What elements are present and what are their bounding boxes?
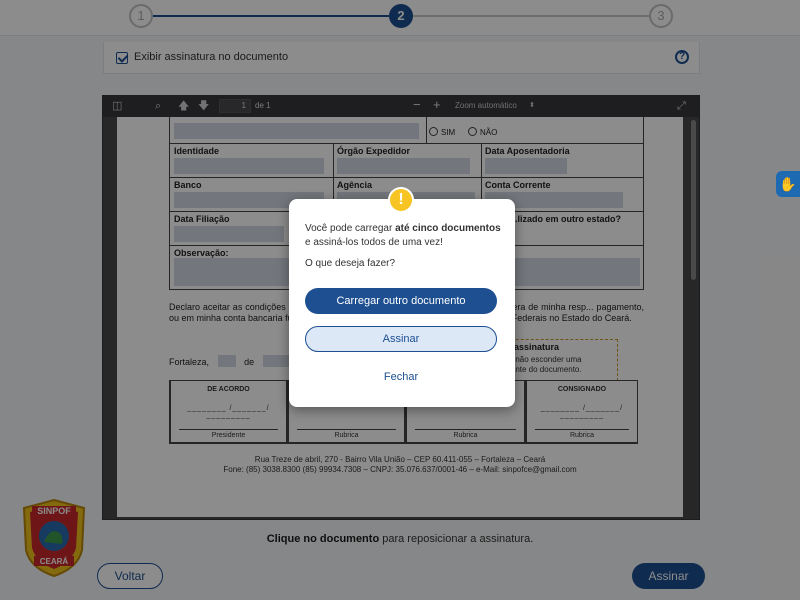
warning-icon: ! (388, 187, 414, 213)
dialog-close-button[interactable]: Fechar (305, 364, 497, 390)
hand-sign-icon[interactable]: ✋ (776, 171, 800, 197)
dialog-sign-button[interactable]: Assinar (305, 326, 497, 352)
upload-dialog: ! Você pode carregar até cinco documento… (289, 187, 515, 407)
dialog-message: Você pode carregar até cinco documentos … (305, 223, 501, 248)
dialog-question: O que deseja fazer? (305, 258, 396, 269)
upload-another-button[interactable]: Carregar outro documento (305, 288, 497, 314)
